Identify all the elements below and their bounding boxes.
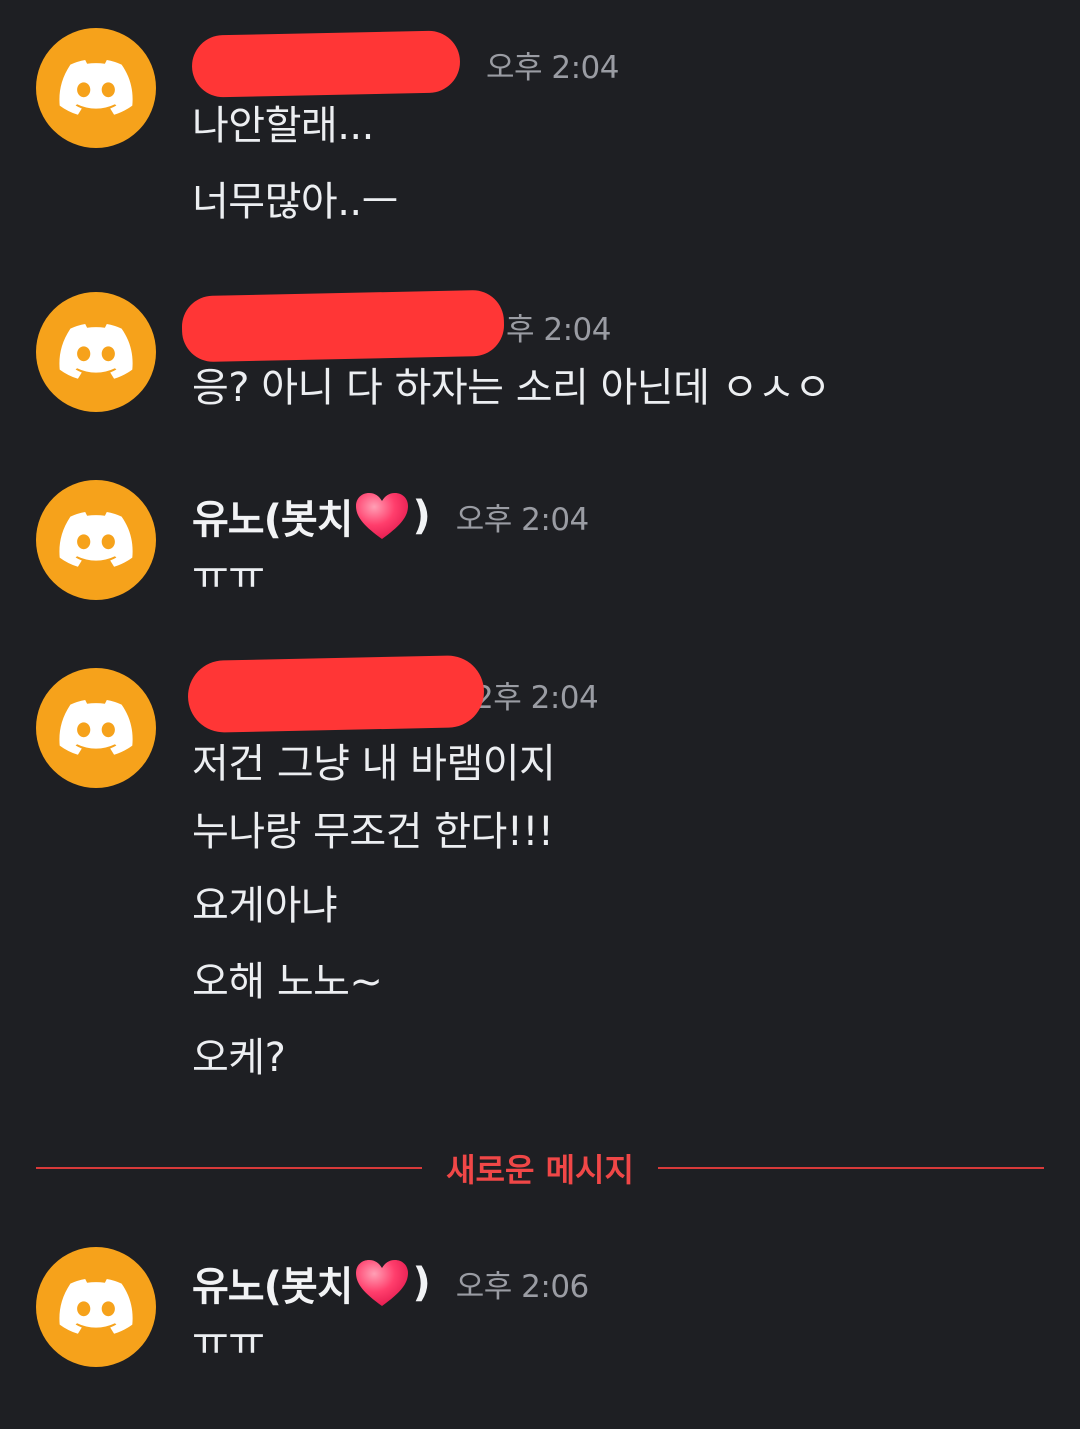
divider-rule	[36, 1167, 423, 1169]
username-suffix: )	[412, 493, 430, 539]
message-header: 유노(봇치 ) 오후 2:06	[192, 1253, 589, 1313]
discord-logo-icon	[59, 700, 133, 755]
message-text: ㅠㅠ	[192, 553, 265, 599]
redacted-username	[191, 30, 461, 98]
timestamp: 오후 2:04	[455, 501, 590, 538]
avatar[interactable]	[36, 480, 156, 600]
message-text: 오케?	[192, 1035, 286, 1081]
redacted-username	[181, 289, 505, 363]
avatar[interactable]	[36, 1247, 156, 1367]
message-header: 오후 2:04	[191, 30, 620, 98]
message-text: 저건 그냥 내 바램이지	[192, 741, 556, 787]
new-messages-label: 새로운 메시지	[446, 1151, 634, 1189]
username-text: 유노(봇치	[192, 1264, 353, 1310]
timestamp: 오후 2:06	[455, 1268, 590, 1305]
discord-logo-icon	[59, 324, 133, 379]
message-text: 요게아냐	[192, 883, 338, 929]
message-text: 나안할래...	[192, 103, 374, 149]
message-header: 유노(봇치 ) 오후 2:04	[192, 486, 589, 546]
timestamp: 후 2:04	[506, 311, 612, 348]
heart-emoji-icon	[356, 1260, 409, 1306]
message-header: 후 2:04	[181, 289, 612, 363]
discord-logo-icon	[59, 60, 133, 115]
discord-logo-icon	[59, 1279, 133, 1334]
avatar[interactable]	[36, 292, 156, 412]
discord-logo-icon	[59, 512, 133, 567]
new-messages-divider: 새로운 메시지	[36, 1140, 1044, 1196]
message-text: 응? 아니 다 하자는 소리 아닌데 ㅇㅅㅇ	[192, 365, 831, 411]
message-header: 2후 2:04	[187, 654, 599, 734]
username[interactable]: 유노(봇치 )	[192, 1254, 431, 1312]
timestamp: 오후 2:04	[486, 49, 620, 86]
message-text: 오해 노노~	[192, 959, 383, 1005]
message-text: 너무많아..ㅡ	[192, 179, 398, 225]
avatar[interactable]	[36, 668, 156, 788]
redacted-username	[187, 654, 485, 734]
username[interactable]: 유노(봇치 )	[192, 487, 431, 545]
timestamp: 2후 2:04	[474, 679, 599, 716]
username-suffix: )	[412, 1260, 430, 1306]
avatar[interactable]	[36, 28, 156, 148]
message-text: ㅠㅠ	[192, 1319, 265, 1365]
message-text: 누나랑 무조건 한다!!!	[192, 809, 554, 855]
username-text: 유노(봇치	[192, 497, 353, 543]
heart-emoji-icon	[356, 493, 409, 539]
divider-rule	[657, 1167, 1044, 1169]
